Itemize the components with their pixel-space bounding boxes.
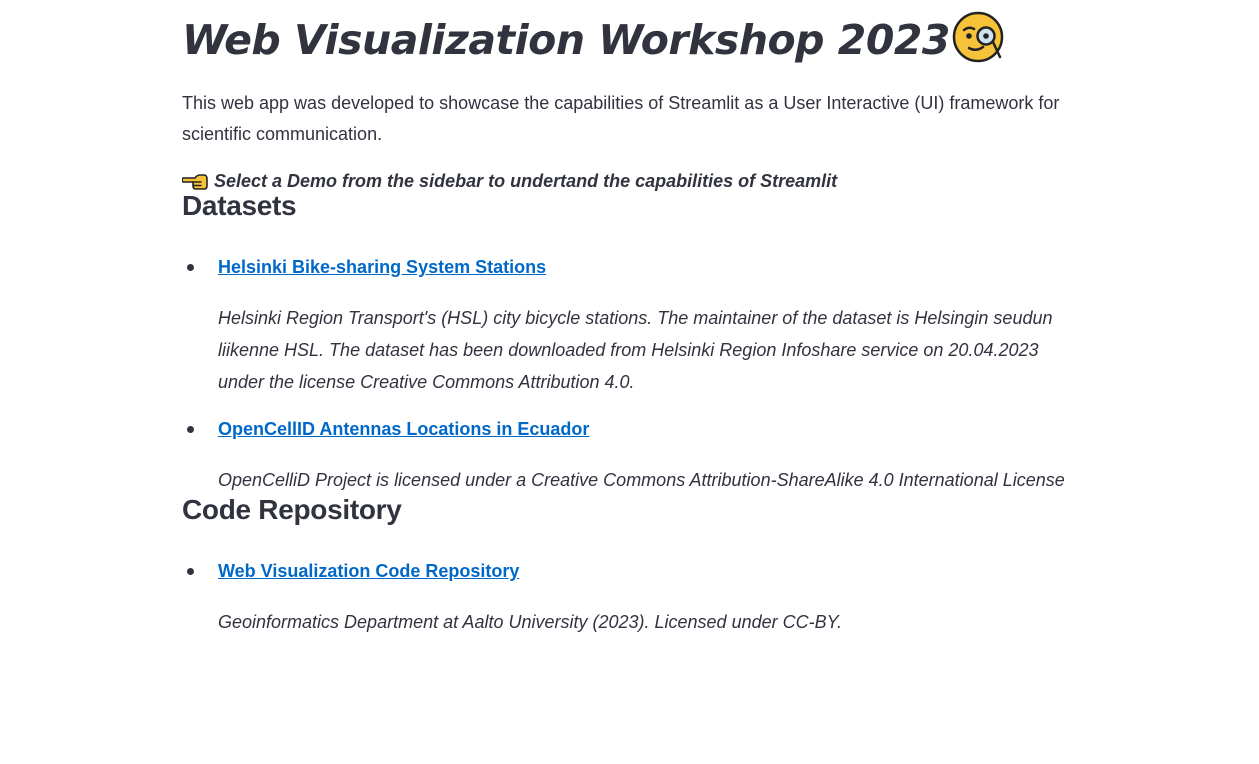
- callout-text: Select a Demo from the sidebar to undert…: [214, 170, 838, 191]
- datasets-list: Helsinki Bike-sharing System Stations He…: [182, 253, 1072, 496]
- opencellid-description: OpenCelliD Project is licensed under a C…: [218, 470, 1065, 490]
- main-content: Web Visualization Workshop 2023 This web…: [182, 0, 1072, 638]
- face-with-monocle-icon: [952, 11, 1006, 70]
- list-item: Web Visualization Code Repository Geoinf…: [182, 557, 1072, 638]
- title-row: Web Visualization Workshop 2023: [182, 0, 1072, 80]
- list-item: OpenCellID Antennas Locations in Ecuador…: [182, 415, 1072, 496]
- opencellid-link[interactable]: OpenCellID Antennas Locations in Ecuador: [218, 415, 589, 443]
- code-list: Web Visualization Code Repository Geoinf…: [182, 557, 1072, 638]
- backhand-pointing-left-icon: [182, 174, 208, 190]
- bullet: [187, 568, 194, 575]
- code-repository-link[interactable]: Web Visualization Code Repository: [218, 557, 519, 585]
- list-item: Helsinki Bike-sharing System Stations He…: [182, 253, 1072, 398]
- datasets-heading: Datasets: [182, 190, 297, 221]
- bullet: [187, 426, 194, 433]
- bullet: [187, 264, 194, 271]
- code-repository-heading: Code Repository: [182, 494, 402, 525]
- page-title: Web Visualization Workshop 2023: [182, 15, 950, 64]
- helsinki-bike-description: Helsinki Region Transport's (HSL) city b…: [218, 308, 1053, 392]
- code-repository-description: Geoinformatics Department at Aalto Unive…: [218, 612, 842, 632]
- callout: Select a Demo from the sidebar to undert…: [182, 170, 1072, 192]
- helsinki-bike-link[interactable]: Helsinki Bike-sharing System Stations: [218, 253, 546, 281]
- intro-text: This web app was developed to showcase t…: [182, 93, 1060, 144]
